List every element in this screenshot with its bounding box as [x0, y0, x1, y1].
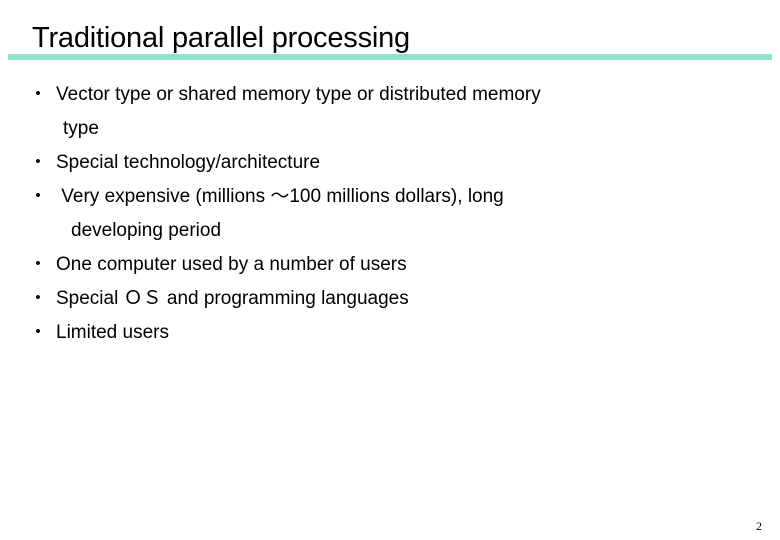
slide-title: Traditional parallel processing: [32, 22, 410, 54]
title-underline: [8, 54, 772, 60]
bullet-text: One computer used by a number of users: [56, 254, 407, 275]
bullet-dot-icon: ・: [28, 152, 48, 173]
bullet-dot-icon: ・: [28, 186, 48, 207]
bullet-text: Very expensive (millions ～100 millions d…: [56, 186, 504, 207]
bullet-text: Vector type or shared memory type or dis…: [56, 84, 541, 105]
bullet-item: ・ Very expensive (millions ～100 millions…: [28, 180, 748, 248]
bullet-item: ・ One computer used by a number of users: [28, 248, 748, 282]
bullet-text: Special technology/architecture: [56, 152, 321, 173]
bullet-dot-icon: ・: [28, 322, 48, 343]
bullet-text: Limited users: [56, 322, 169, 343]
bullet-text-continuation: type: [63, 118, 99, 139]
bullet-dot-icon: ・: [28, 84, 48, 105]
bullet-dot-icon: ・: [28, 254, 48, 275]
bullet-text-continuation: developing period: [71, 220, 222, 241]
page-number: 2: [756, 519, 762, 533]
bullet-item: ・ Special technology/architecture: [28, 146, 748, 180]
bullet-item: ・ Limited users: [28, 316, 748, 350]
bullet-item: ・ Vector type or shared memory type or d…: [28, 78, 748, 146]
bullet-text: Special ＯＳ and programming languages: [56, 288, 409, 309]
bullet-list: ・ Vector type or shared memory type or d…: [28, 78, 748, 350]
bullet-item: ・ Special ＯＳ and programming languages: [28, 282, 748, 316]
bullet-dot-icon: ・: [28, 288, 48, 309]
